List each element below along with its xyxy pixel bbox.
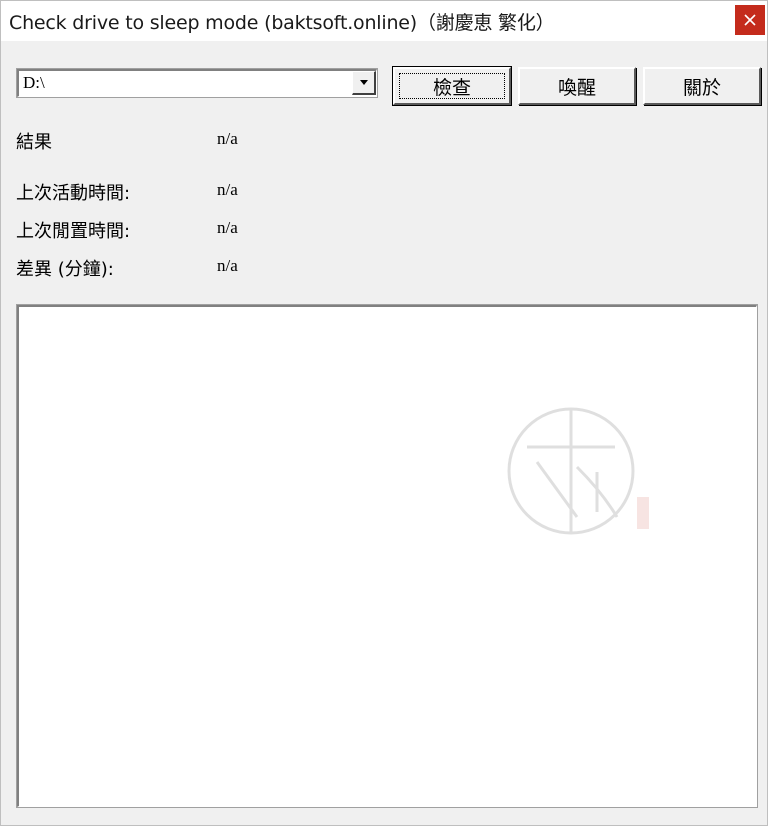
wake-button[interactable]: 喚醒: [518, 67, 636, 105]
last-idle-time-value: n/a: [217, 218, 238, 237]
drive-select[interactable]: D:\: [16, 68, 378, 98]
log-output-area[interactable]: [16, 304, 758, 808]
close-button[interactable]: [735, 5, 765, 35]
result-label: 結果: [16, 132, 52, 153]
difference-minutes-label: 差異 (分鐘):: [16, 259, 114, 280]
about-button[interactable]: 關於: [643, 67, 761, 105]
last-active-time-value: n/a: [217, 180, 238, 199]
window-title: Check drive to sleep mode (baktsoft.onli…: [9, 12, 555, 34]
result-value: n/a: [217, 129, 238, 148]
app-window: Check drive to sleep mode (baktsoft.onli…: [0, 0, 768, 826]
last-idle-time-label: 上次閒置時間:: [16, 221, 131, 242]
difference-minutes-value: n/a: [217, 256, 238, 275]
drive-select-dropdown-button[interactable]: [352, 71, 376, 95]
watermark-logo: [507, 407, 649, 535]
wake-button-label: 喚醒: [557, 76, 596, 99]
dropdown-arrow-icon: [359, 79, 368, 85]
focus-ring: [399, 73, 505, 99]
about-button-label: 關於: [682, 76, 721, 99]
check-button[interactable]: 檢查: [392, 66, 512, 106]
close-icon: [744, 14, 756, 26]
title-bar[interactable]: Check drive to sleep mode (baktsoft.onli…: [1, 1, 767, 41]
last-active-time-label: 上次活動時間:: [16, 183, 131, 204]
drive-select-value: D:\: [23, 73, 45, 92]
